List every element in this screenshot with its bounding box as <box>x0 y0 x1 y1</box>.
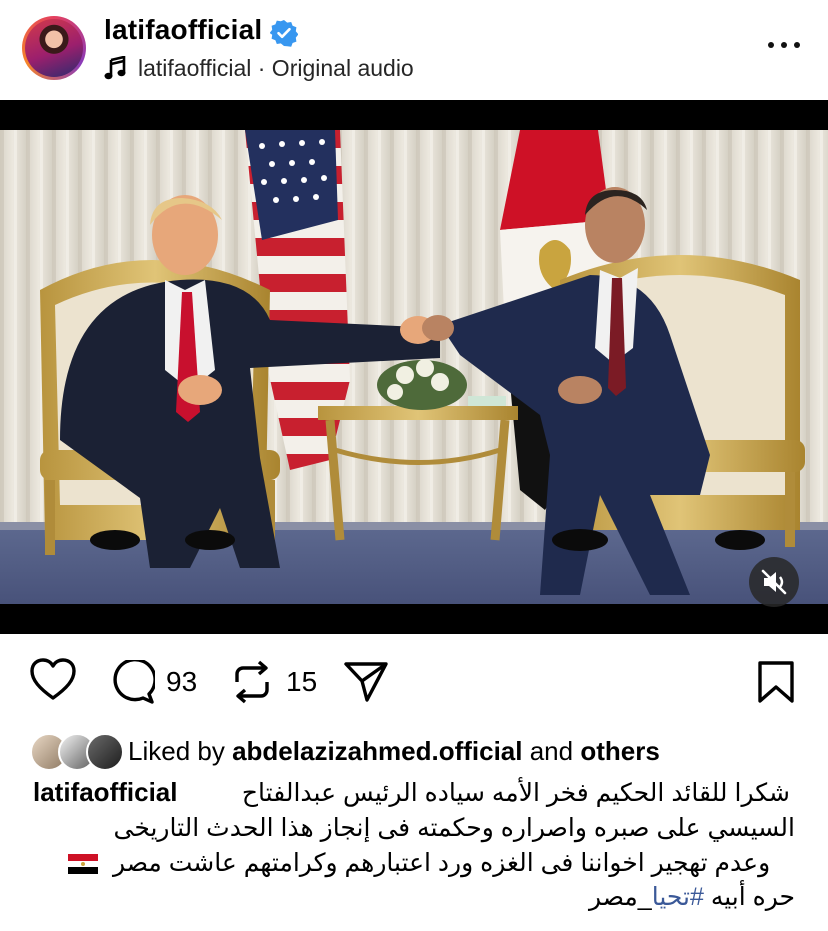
caption-line-3-wrap: وعدم تهجير اخواننا فى الغزه ورد اعتبارهم… <box>68 847 770 879</box>
liked-by-text: Liked by abdelazizahmed.official and oth… <box>128 736 660 767</box>
caption-line-4-text: حره أبيه <box>710 883 795 911</box>
audio-label: latifaofficial · Original audio <box>138 54 414 81</box>
hashtag-link[interactable]: #تحيا <box>652 883 704 911</box>
audio-row[interactable]: latifaofficial · Original audio <box>104 53 414 83</box>
more-dot-icon <box>768 42 774 48</box>
action-bar: 93 15 <box>0 652 828 712</box>
likes-summary[interactable]: Liked by abdelazizahmed.official and oth… <box>30 732 660 771</box>
comments-count[interactable]: 93 <box>166 666 197 698</box>
caption-line-1: شكرا للقائد الحكيم فخر الأمه سياده الرئي… <box>241 779 790 807</box>
post-video[interactable] <box>0 100 828 634</box>
more-dot-icon <box>794 42 800 48</box>
letterbox-bottom <box>0 604 828 634</box>
username[interactable]: latifaofficial <box>104 14 262 46</box>
video-frame <box>0 130 828 604</box>
bookmark-save-icon[interactable] <box>757 660 795 704</box>
mute-button[interactable] <box>749 557 799 607</box>
caption-author[interactable]: latifaofficial <box>33 776 177 808</box>
liker-avatars <box>30 733 124 771</box>
liked-by-user[interactable]: abdelazizahmed.official <box>232 736 522 766</box>
liked-by-and: and <box>529 735 574 766</box>
more-options-button[interactable] <box>762 30 806 60</box>
letterbox-top <box>0 100 828 130</box>
repost-icon[interactable] <box>231 660 273 704</box>
egypt-flag-emoji-icon <box>68 854 98 875</box>
comment-bubble-icon[interactable] <box>109 660 155 704</box>
caption-line-3: وعدم تهجير اخواننا فى الغزه ورد اعتبارهم… <box>112 849 771 877</box>
share-send-icon[interactable] <box>343 661 389 703</box>
music-note-icon <box>104 56 126 80</box>
caption-line-4-tail: _مصر <box>588 883 652 911</box>
verified-badge-icon <box>270 20 298 47</box>
liked-by-others[interactable]: others <box>580 736 659 766</box>
liked-by-prefix: Liked by <box>128 735 225 766</box>
like-heart-icon[interactable] <box>29 658 77 702</box>
reposts-count[interactable]: 15 <box>286 666 317 698</box>
post-header: latifaofficial latifaofficial · Original… <box>0 0 828 100</box>
caption-line-4: حره أبيه #تحيا_مصر <box>589 881 795 913</box>
speaker-muted-icon <box>761 569 787 595</box>
caption-line-2: السيسي على صبره واصراره وحكمته فى إنجاز … <box>113 814 795 842</box>
avatar-image <box>25 19 83 77</box>
more-dot-icon <box>781 42 787 48</box>
liker-avatar <box>86 733 124 771</box>
avatar[interactable] <box>22 16 86 80</box>
